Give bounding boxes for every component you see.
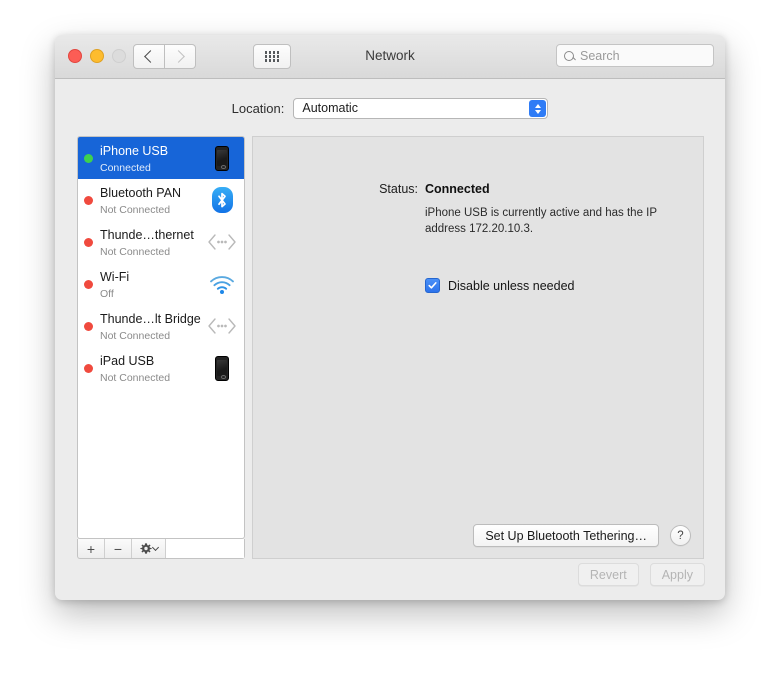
status-indicator-icon [84, 153, 93, 163]
gear-icon [139, 542, 152, 554]
thunderbolt-icon [208, 311, 236, 341]
disable-unless-needed-row[interactable]: Disable unless needed [425, 278, 574, 293]
location-popup-button[interactable]: Automatic [293, 97, 549, 119]
status-label: Status: [379, 182, 418, 196]
status-value: Connected [425, 182, 490, 196]
search-field[interactable]: Search [556, 44, 714, 67]
detail-buttons: Set Up Bluetooth Tethering… ? [473, 524, 691, 547]
disable-unless-needed-checkbox[interactable] [425, 278, 440, 293]
service-row-bluetooth-pan[interactable]: Bluetooth PAN Not Connected [78, 179, 244, 221]
footer-buttons: Revert Apply [577, 563, 705, 586]
location-value: Automatic [302, 101, 358, 115]
add-service-button[interactable]: + [78, 539, 105, 558]
wifi-icon [208, 269, 236, 299]
revert-button: Revert [577, 563, 639, 586]
search-icon [564, 50, 574, 61]
service-name: Wi-Fi [100, 270, 130, 285]
service-list[interactable]: iPhone USB Connected Bluetooth PAN Not C… [77, 136, 245, 539]
service-state: Not Connected [100, 245, 171, 258]
service-row-wifi[interactable]: Wi-Fi Off [78, 263, 244, 305]
service-name: Thunde…lt Bridge [100, 312, 201, 327]
remove-service-button[interactable]: − [105, 539, 132, 558]
status-indicator-icon [84, 321, 93, 331]
service-list-toolbar: + − [77, 539, 245, 559]
service-row-ipad-usb[interactable]: iPad USB Not Connected [78, 347, 244, 389]
status-indicator-icon [84, 363, 93, 373]
service-name: iPhone USB [100, 144, 169, 159]
service-row-iphone-usb[interactable]: iPhone USB Connected [78, 137, 244, 179]
location-row: Location: Automatic [55, 93, 725, 123]
service-name: Thunde…thernet [100, 228, 194, 243]
iphone-icon [208, 143, 236, 173]
set-up-bluetooth-tethering-button[interactable]: Set Up Bluetooth Tethering… [473, 524, 659, 547]
disable-unless-needed-label: Disable unless needed [448, 278, 575, 293]
status-indicator-icon [84, 237, 93, 247]
location-label: Location: [231, 100, 285, 116]
service-state: Not Connected [100, 329, 171, 342]
service-row-thunderbolt-bridge[interactable]: Thunde…lt Bridge Not Connected [78, 305, 244, 347]
checkmark-icon [428, 282, 437, 289]
service-name: Bluetooth PAN [100, 186, 182, 201]
chevron-updown-icon[interactable] [529, 100, 547, 117]
service-name: iPad USB [100, 354, 155, 369]
help-button[interactable]: ? [670, 525, 691, 546]
status-indicator-icon [84, 279, 93, 289]
service-actions-button[interactable] [132, 539, 166, 558]
apply-button: Apply [649, 563, 705, 586]
network-preferences-window: Network Search Location: Automatic iPhon… [55, 35, 725, 600]
ipad-icon [208, 353, 236, 383]
detail-panel: Status: Connected iPhone USB is currentl… [252, 136, 704, 559]
thunderbolt-icon [208, 227, 236, 257]
service-state: Not Connected [100, 371, 171, 384]
status-description: iPhone USB is currently active and has t… [425, 207, 657, 236]
service-state: Not Connected [100, 203, 171, 216]
status-indicator-icon [84, 195, 93, 205]
service-row-thunderbolt-ethernet[interactable]: Thunde…thernet Not Connected [78, 221, 244, 263]
toolbar-filler [166, 539, 244, 558]
search-placeholder: Search [580, 48, 620, 63]
title-bar: Network Search [55, 35, 725, 79]
service-state: Connected [100, 161, 151, 174]
chevron-down-icon [151, 543, 159, 552]
bluetooth-icon [208, 185, 236, 215]
service-state: Off [100, 287, 114, 300]
